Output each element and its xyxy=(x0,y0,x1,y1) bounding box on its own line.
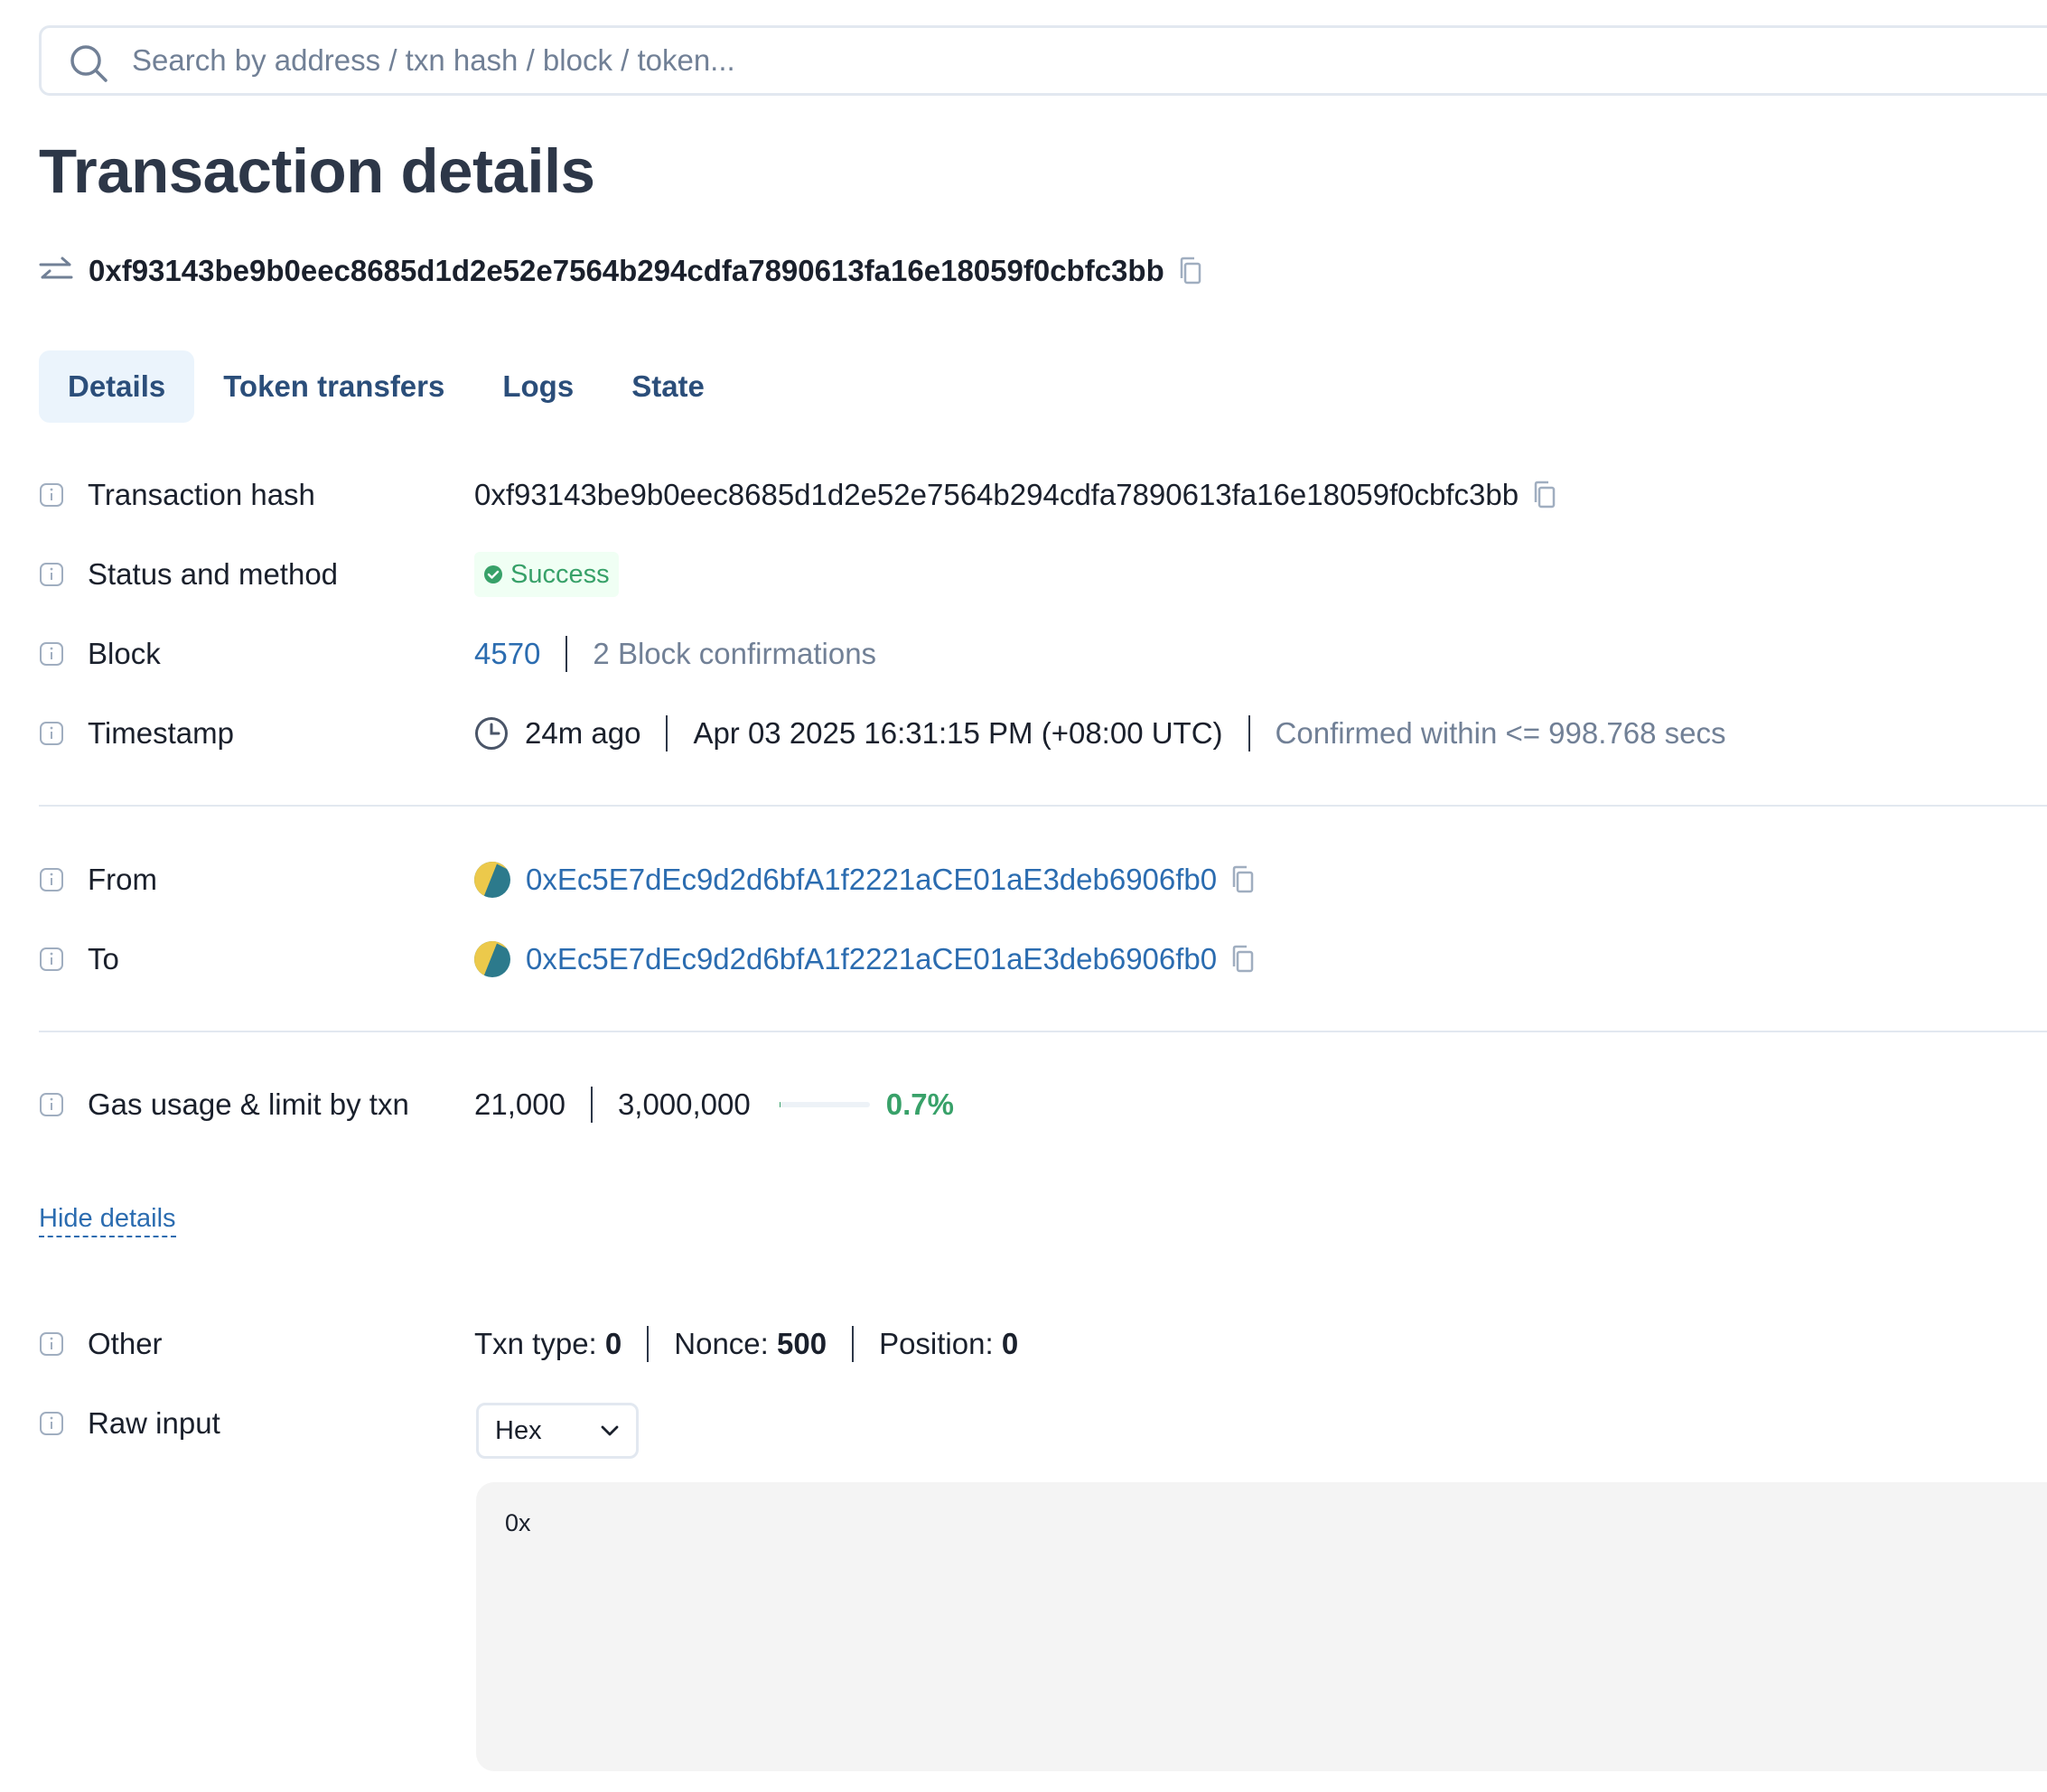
separator xyxy=(852,1326,855,1362)
timestamp-datetime: Apr 03 2025 16:31:15 PM (+08:00 UTC) xyxy=(693,716,1223,750)
search-bar[interactable] xyxy=(39,25,2047,96)
from-address-link[interactable]: 0xEc5E7dEc9d2d6bfA1f2221aCE01aE3deb6906f… xyxy=(526,863,1217,897)
address-avatar-icon xyxy=(474,941,510,977)
copy-icon[interactable] xyxy=(1533,481,1556,509)
row-transaction-hash: Transaction hash 0xf93143be9b0eec8685d1d… xyxy=(39,470,2047,520)
position-value: 0 xyxy=(1001,1327,1019,1360)
position-label: Position: xyxy=(879,1327,994,1360)
raw-input-value: 0x xyxy=(505,1509,531,1536)
row-label: From xyxy=(88,863,157,896)
row-from: From 0xEc5E7dEc9d2d6bfA1f2221aCE01aE3deb… xyxy=(39,854,2047,905)
select-value: Hex xyxy=(495,1415,542,1445)
timestamp-ago: 24m ago xyxy=(525,716,641,750)
info-icon[interactable] xyxy=(39,641,64,667)
nonce-label: Nonce: xyxy=(674,1327,769,1360)
info-icon[interactable] xyxy=(39,867,64,892)
txn-type-value: 0 xyxy=(604,1327,622,1360)
row-label: Block xyxy=(88,637,161,670)
copy-icon[interactable] xyxy=(1231,865,1255,894)
chevron-down-icon xyxy=(601,1425,619,1436)
nonce-value: 500 xyxy=(777,1327,827,1360)
header-hash-text: 0xf93143be9b0eec8685d1d2e52e7564b294cdfa… xyxy=(89,254,1164,287)
clock-icon xyxy=(475,717,508,750)
info-icon[interactable] xyxy=(39,947,64,972)
txn-type-label: Txn type: xyxy=(474,1327,597,1360)
swap-arrows-icon xyxy=(39,257,73,279)
separator xyxy=(565,636,568,672)
info-icon[interactable] xyxy=(39,1331,64,1357)
row-label: Timestamp xyxy=(88,716,234,750)
divider xyxy=(39,805,2047,807)
raw-input-format-select[interactable]: Hex xyxy=(476,1403,639,1459)
separator xyxy=(1248,715,1250,751)
row-block: Block 4570 2 Block confirmations xyxy=(39,629,2047,679)
separator xyxy=(647,1326,650,1362)
info-icon[interactable] xyxy=(39,1411,64,1436)
status-badge: Success xyxy=(474,552,619,597)
row-label: Transaction hash xyxy=(88,478,315,511)
status-text: Success xyxy=(510,559,610,589)
timestamp-confirmed: Confirmed within <= 998.768 secs xyxy=(1275,716,1726,750)
row-label: Gas usage & limit by txn xyxy=(88,1087,409,1121)
row-to: To 0xEc5E7dEc9d2d6bfA1f2221aCE01aE3deb69… xyxy=(39,934,2047,985)
tab-token-transfers[interactable]: Token transfers xyxy=(194,350,473,423)
gas-usage: 21,000 xyxy=(474,1087,565,1121)
row-label: Other xyxy=(88,1327,163,1360)
separator xyxy=(590,1087,593,1123)
gas-limit: 3,000,000 xyxy=(617,1087,751,1121)
gas-progress-bar xyxy=(779,1102,870,1107)
row-timestamp: Timestamp 24m ago Apr 03 2025 16:31:15 P… xyxy=(39,708,2047,759)
search-input[interactable] xyxy=(132,37,1487,84)
tab-logs[interactable]: Logs xyxy=(473,350,603,423)
info-icon[interactable] xyxy=(39,562,64,587)
row-label: Raw input xyxy=(88,1406,220,1440)
info-icon[interactable] xyxy=(39,1092,64,1117)
transaction-hash-value: 0xf93143be9b0eec8685d1d2e52e7564b294cdfa… xyxy=(474,478,1519,511)
header-hash: 0xf93143be9b0eec8685d1d2e52e7564b294cdfa… xyxy=(39,251,1202,291)
page-title: Transaction details xyxy=(39,136,595,206)
row-status: Status and method Success xyxy=(39,549,2047,600)
to-address-link[interactable]: 0xEc5E7dEc9d2d6bfA1f2221aCE01aE3deb6906f… xyxy=(526,942,1217,976)
tab-bar: Details Token transfers Logs State xyxy=(39,350,734,423)
row-gas: Gas usage & limit by txn 21,000 3,000,00… xyxy=(39,1079,2047,1130)
check-circle-icon xyxy=(484,565,502,583)
block-number-link[interactable]: 4570 xyxy=(474,637,540,671)
row-other: Other Txn type: 0 Nonce: 500 Position: 0 xyxy=(39,1319,2047,1369)
search-icon xyxy=(70,45,107,82)
separator xyxy=(666,715,668,751)
divider xyxy=(39,1031,2047,1032)
raw-input-box[interactable]: 0x xyxy=(476,1482,2047,1771)
row-label: Status and method xyxy=(88,557,339,591)
copy-icon[interactable] xyxy=(1231,945,1255,974)
row-raw-input: Raw input xyxy=(39,1398,2047,1449)
row-label: To xyxy=(88,942,119,975)
copy-icon[interactable] xyxy=(1179,257,1202,285)
info-icon[interactable] xyxy=(39,721,64,746)
gas-percent: 0.7% xyxy=(885,1087,954,1121)
block-confirmations: 2 Block confirmations xyxy=(593,637,877,670)
tab-details[interactable]: Details xyxy=(39,350,195,423)
hide-details-link[interactable]: Hide details xyxy=(39,1201,176,1237)
info-icon[interactable] xyxy=(39,482,64,508)
address-avatar-icon xyxy=(474,862,510,898)
tab-state[interactable]: State xyxy=(603,350,734,423)
